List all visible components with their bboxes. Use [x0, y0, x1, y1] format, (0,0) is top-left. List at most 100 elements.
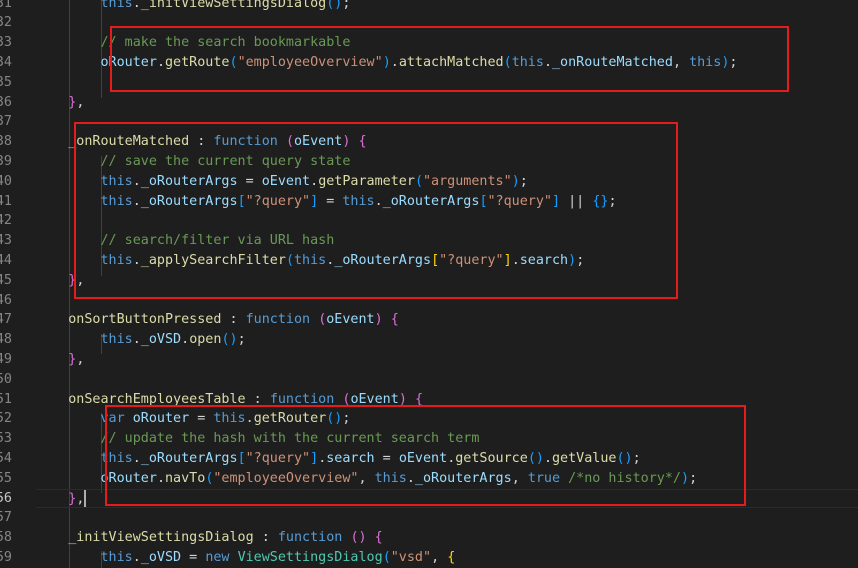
code-token: .: [132, 0, 141, 11]
code-token: "employeeOverview": [213, 470, 359, 486]
code-line[interactable]: },: [36, 350, 858, 370]
code-token: {: [358, 134, 367, 150]
code-line[interactable]: // update the hash with the current sear…: [36, 429, 858, 449]
line-number: 55: [0, 470, 12, 486]
line-number: 45: [0, 272, 12, 288]
code-line[interactable]: onSortButtonPressed : function (oEvent) …: [36, 310, 858, 330]
code-token: ,: [76, 272, 85, 288]
code-token: =: [181, 549, 206, 565]
code-token: ,: [431, 549, 448, 565]
code-token: "employeeOverview": [237, 54, 383, 70]
code-token: (): [616, 450, 633, 466]
code-token: =: [237, 173, 262, 189]
code-token: .: [181, 332, 190, 348]
code-line[interactable]: this._oRouterArgs["?query"].search = oEv…: [36, 449, 858, 469]
code-token: // save the current query state: [100, 153, 351, 169]
code-token: ;: [608, 193, 617, 209]
code-line[interactable]: [36, 73, 858, 93]
code-token: this: [100, 549, 133, 565]
code-token: .: [390, 54, 399, 70]
code-token: _oVSD: [140, 332, 182, 348]
code-token: ]: [552, 193, 561, 209]
code-line[interactable]: },: [36, 488, 858, 509]
code-token: .: [511, 252, 520, 268]
code-line[interactable]: onSearchEmployeesTable : function (oEven…: [36, 390, 858, 410]
code-line[interactable]: _initViewSettingsDialog : function () {: [36, 528, 858, 548]
code-editor[interactable]: 31 32 33 34 35 36 37 38 39 40 41 42 43 44 45 46 47 48 49 50…: [0, 0, 858, 568]
code-token: .: [132, 332, 141, 348]
line-number: 53: [0, 431, 12, 447]
code-line[interactable]: var oRouter = this.getRouter();: [36, 409, 858, 429]
code-token: oEvent: [350, 391, 399, 407]
line-number: 41: [0, 193, 12, 209]
code-token: ;: [342, 0, 351, 11]
code-token: ,: [76, 351, 85, 367]
code-token: getParameter: [318, 173, 415, 189]
code-token: .: [156, 470, 165, 486]
code-line[interactable]: },: [36, 93, 858, 113]
code-line[interactable]: this._oRouterArgs = oEvent.getParameter(…: [36, 172, 858, 192]
code-line[interactable]: this._applySearchFilter(this._oRouterArg…: [36, 251, 858, 271]
code-token: getSource: [455, 450, 528, 466]
code-token: oEvent: [398, 450, 448, 466]
code-token: oEvent: [294, 134, 343, 150]
code-token: function: [277, 530, 343, 546]
code-line[interactable]: [36, 291, 858, 311]
code-line[interactable]: this._oVSD.open();: [36, 330, 858, 350]
code-line[interactable]: [36, 112, 858, 132]
code-token: (: [285, 134, 294, 150]
code-line[interactable]: // search/filter via URL hash: [36, 231, 858, 251]
code-token: {: [374, 530, 383, 546]
code-token: true: [527, 470, 561, 486]
code-token: :: [245, 391, 270, 407]
code-token: [: [237, 193, 246, 209]
code-line[interactable]: // save the current query state: [36, 152, 858, 172]
code-token: [: [431, 252, 440, 268]
code-token: _oRouterArgs: [382, 193, 480, 209]
code-token: ): [382, 54, 391, 70]
code-line[interactable]: _onRouteMatched : function (oEvent) {: [36, 132, 858, 152]
code-token: "?query": [487, 193, 553, 209]
code-line[interactable]: oRouter.navTo("employeeOverview", this._…: [36, 469, 858, 489]
code-token: getRouter: [253, 411, 327, 427]
code-line[interactable]: [36, 508, 858, 528]
code-token: (: [285, 252, 294, 268]
code-line[interactable]: [36, 13, 858, 33]
line-number-gutter: 31 32 33 34 35 36 37 38 39 40 41 42 43 44 45 46 47 48 49 50…: [0, 0, 38, 568]
code-token: ViewSettingsDialog: [237, 549, 383, 565]
code-token: ;: [632, 450, 641, 466]
code-token: this: [100, 252, 133, 268]
code-token: new: [205, 549, 230, 565]
line-number: 49: [0, 351, 12, 367]
code-token: {: [414, 391, 423, 407]
code-token: (: [414, 173, 423, 189]
code-line[interactable]: [36, 211, 858, 231]
code-token: _onRouteMatched: [68, 134, 190, 150]
code-token: :: [253, 530, 278, 546]
code-line[interactable]: },: [36, 271, 858, 291]
code-token: navTo: [165, 470, 206, 486]
code-token: function: [245, 312, 311, 328]
code-token: (: [503, 54, 512, 70]
code-line[interactable]: this._initViewSettingsDialog();: [36, 0, 858, 13]
code-token: .: [132, 173, 141, 189]
code-line[interactable]: // make the search bookmarkable: [36, 33, 858, 53]
code-token: ;: [519, 173, 528, 189]
code-line[interactable]: this._oRouterArgs["?query"] = this._oRou…: [36, 192, 858, 212]
code-line[interactable]: oRouter.getRoute("employeeOverview").att…: [36, 53, 858, 73]
code-line[interactable]: [36, 370, 858, 390]
code-token: function: [213, 134, 278, 150]
code-token: oRouter: [100, 470, 157, 486]
code-token: function: [269, 391, 335, 407]
code-token: ,: [76, 491, 85, 506]
code-line[interactable]: this._oVSD = new ViewSettingsDialog("vsd…: [36, 548, 858, 568]
code-token: .: [132, 252, 141, 268]
